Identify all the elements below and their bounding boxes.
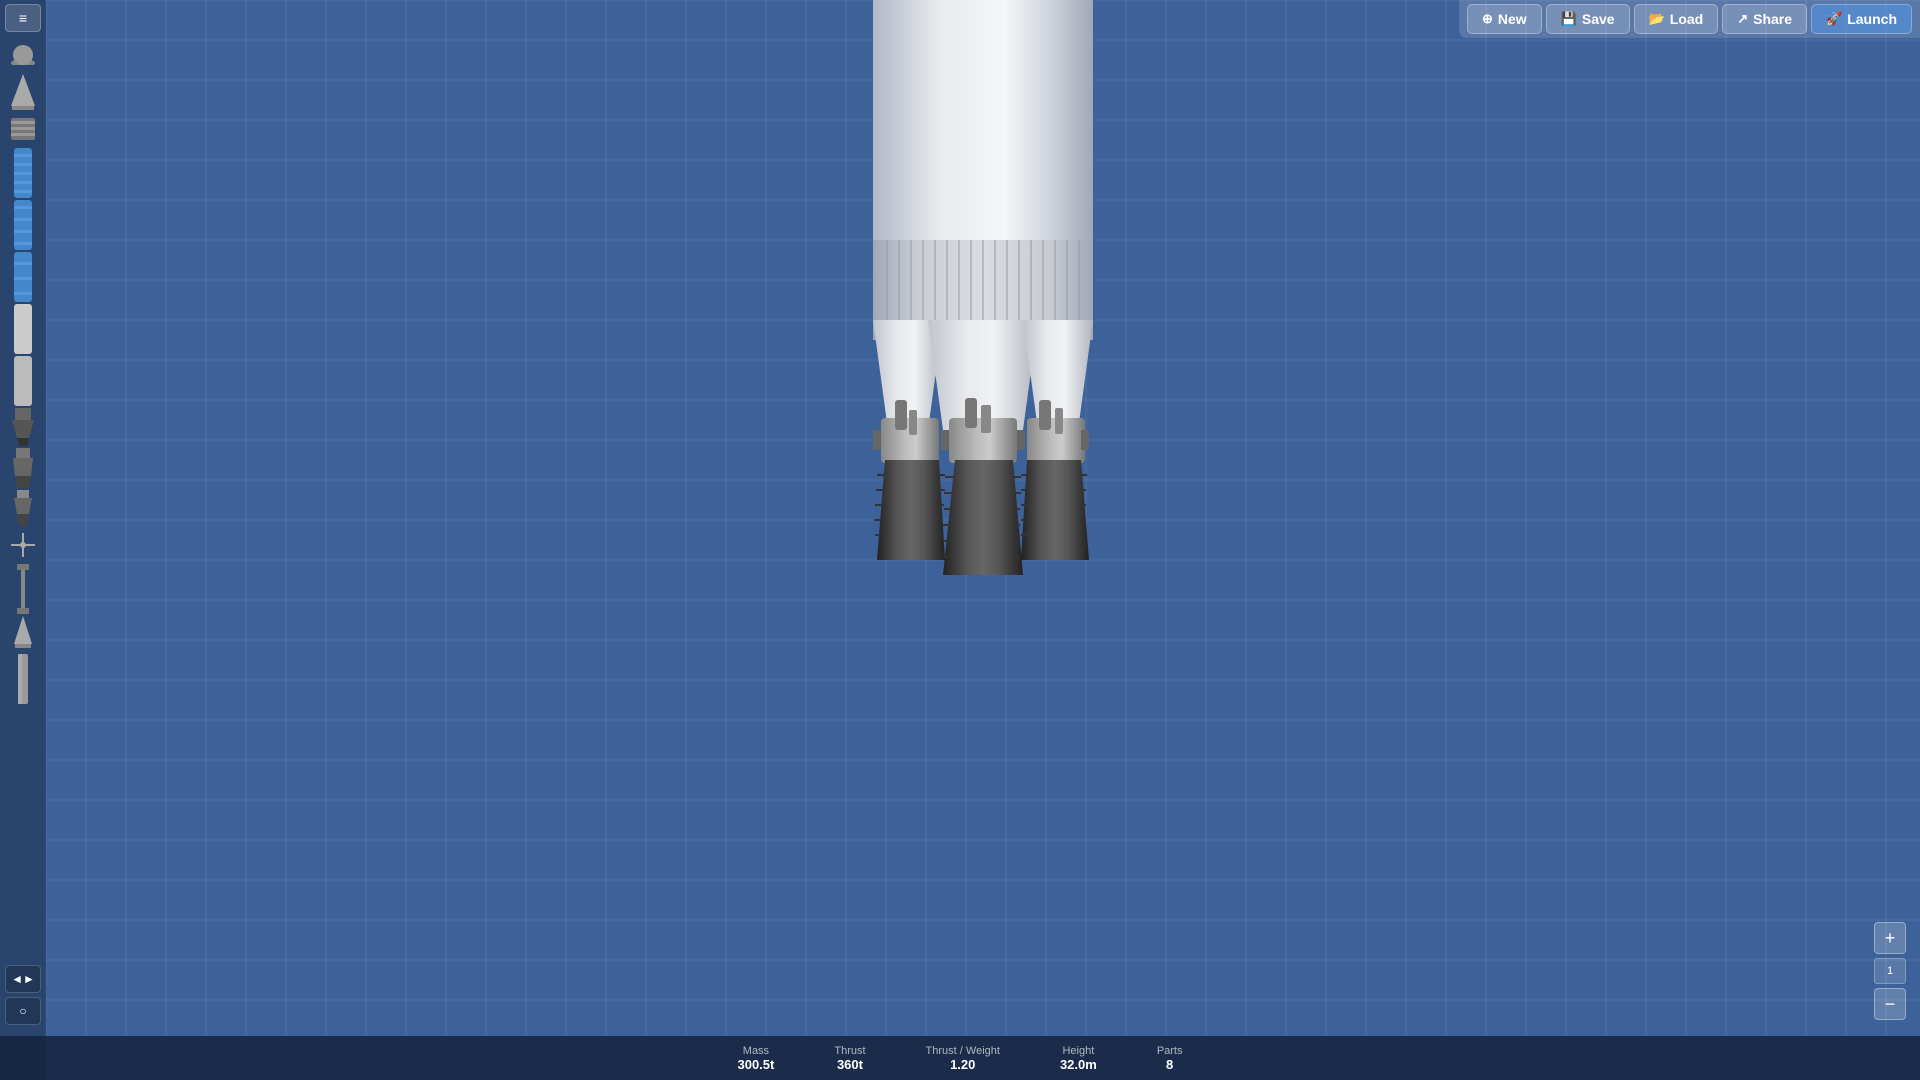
zoom-in-button[interactable]: + [1874, 922, 1906, 954]
share-label: Share [1753, 11, 1792, 27]
load-icon: 📂 [1649, 11, 1665, 27]
zoom-out-button[interactable]: − [1874, 988, 1906, 1020]
thrust-value: 360t [837, 1057, 863, 1072]
mass-label: Mass [743, 1045, 769, 1057]
bottom-left-controls: ◄► ○ [0, 965, 46, 1025]
save-button[interactable]: 💾 Save [1546, 4, 1630, 34]
stats-bar: Mass 300.5t Thrust 360t Thrust / Weight … [0, 1036, 1920, 1080]
load-button[interactable]: 📂 Load [1634, 4, 1719, 34]
zoom-level: 1 [1874, 958, 1906, 984]
new-button[interactable]: ⊕ New [1467, 4, 1542, 34]
stat-mass: Mass 300.5t [737, 1045, 774, 1072]
save-icon: 💾 [1561, 11, 1577, 27]
parts-value: 8 [1166, 1057, 1173, 1072]
height-label: Height [1062, 1045, 1094, 1057]
stat-height: Height 32.0m [1060, 1045, 1097, 1072]
stat-tw: Thrust / Weight 1.20 [926, 1045, 1000, 1072]
tw-value: 1.20 [950, 1057, 975, 1072]
launch-icon: 🚀 [1826, 11, 1842, 27]
sidebar-item-small-cone[interactable] [4, 616, 42, 652]
thrust-label: Thrust [834, 1045, 865, 1057]
mass-value: 300.5t [737, 1057, 774, 1072]
main-canvas[interactable] [46, 0, 1920, 1036]
sidebar-item-engine2[interactable] [4, 448, 42, 488]
toggle-icon: ○ [19, 1004, 26, 1018]
sidebar-item-cap[interactable] [4, 38, 42, 72]
arrows-button[interactable]: ◄► [5, 965, 41, 993]
sidebar-menu-button[interactable]: ≡ [5, 4, 41, 32]
sidebar-item-tank-white1[interactable] [4, 304, 42, 354]
sidebar-item-engine1[interactable] [4, 408, 42, 446]
toggle-button[interactable]: ○ [5, 997, 41, 1025]
share-button[interactable]: ↗ Share [1722, 4, 1807, 34]
sidebar-item-tank-white2[interactable] [4, 356, 42, 406]
launch-label: Launch [1847, 11, 1897, 27]
sidebar-item-tank-blue1[interactable] [4, 148, 42, 198]
stat-parts: Parts 8 [1157, 1045, 1183, 1072]
load-label: Load [1670, 11, 1703, 27]
sidebar-item-engine3[interactable] [4, 490, 42, 526]
toolbar: ⊕ New 💾 Save 📂 Load ↗ Share 🚀 Launch [1459, 0, 1920, 38]
launch-button[interactable]: 🚀 Launch [1811, 4, 1912, 34]
zoom-controls: + 1 − [1874, 922, 1906, 1020]
new-label: New [1498, 11, 1527, 27]
parts-label: Parts [1157, 1045, 1183, 1057]
stat-thrust: Thrust 360t [834, 1045, 865, 1072]
sidebar-item-strut[interactable] [4, 564, 42, 614]
sidebar-item-striped-tank[interactable] [4, 112, 42, 146]
rocket [813, 0, 1153, 705]
sidebar-item-tank-blue3[interactable] [4, 252, 42, 302]
share-icon: ↗ [1737, 11, 1748, 27]
sidebar: ≡ [0, 0, 46, 1080]
save-label: Save [1582, 11, 1615, 27]
sidebar-item-tube[interactable] [4, 654, 42, 704]
height-value: 32.0m [1060, 1057, 1097, 1072]
menu-icon: ≡ [19, 10, 27, 26]
tw-label: Thrust / Weight [926, 1045, 1000, 1057]
sidebar-item-nose-cone[interactable] [4, 74, 42, 110]
sidebar-item-separator[interactable] [4, 528, 42, 562]
sidebar-item-tank-blue2[interactable] [4, 200, 42, 250]
new-icon: ⊕ [1482, 11, 1493, 27]
arrows-icon: ◄► [11, 972, 35, 986]
